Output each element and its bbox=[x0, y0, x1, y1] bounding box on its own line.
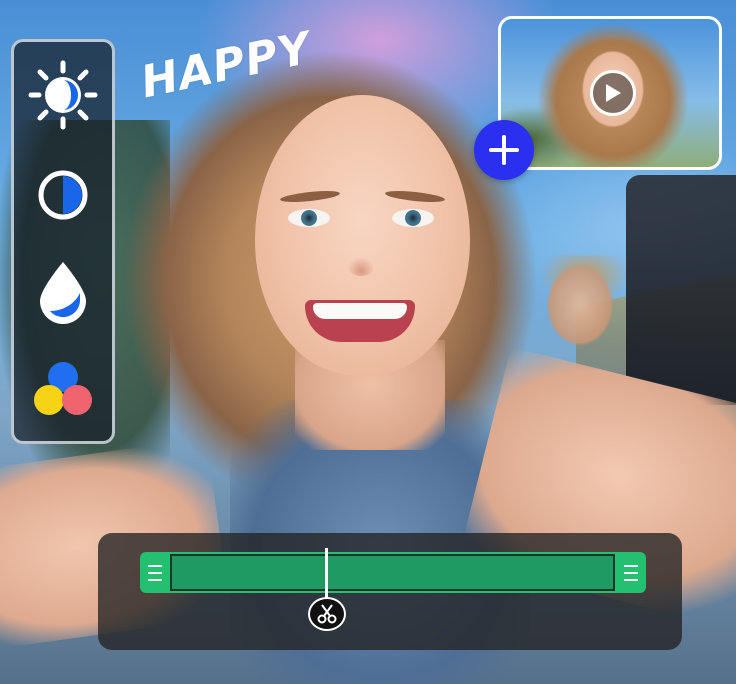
drag-handle-icon bbox=[624, 564, 638, 581]
saturation-button[interactable] bbox=[14, 249, 112, 335]
play-icon bbox=[606, 84, 621, 102]
subject-left-eye bbox=[288, 209, 330, 227]
add-clip-button[interactable] bbox=[474, 120, 534, 180]
drag-handle-icon bbox=[148, 564, 162, 581]
background-camera bbox=[626, 175, 736, 405]
color-button[interactable] bbox=[14, 347, 112, 433]
scissors-icon bbox=[317, 604, 337, 624]
subject-right-eye bbox=[392, 209, 434, 227]
trim-handle-right[interactable] bbox=[616, 552, 646, 593]
adjustment-toolbar bbox=[11, 39, 115, 444]
subject-nose bbox=[348, 258, 374, 276]
brightness-icon bbox=[28, 60, 98, 130]
split-button[interactable] bbox=[308, 597, 346, 631]
saturation-icon bbox=[40, 262, 86, 324]
color-icon bbox=[34, 362, 92, 415]
clip-segment[interactable] bbox=[170, 554, 615, 591]
plus-icon bbox=[489, 135, 519, 165]
trim-handle-left[interactable] bbox=[140, 552, 170, 593]
brightness-button[interactable] bbox=[14, 52, 112, 138]
contrast-button[interactable] bbox=[14, 152, 112, 238]
pip-play-button[interactable] bbox=[590, 70, 636, 116]
contrast-icon bbox=[38, 170, 88, 220]
subject-smile bbox=[305, 300, 415, 342]
